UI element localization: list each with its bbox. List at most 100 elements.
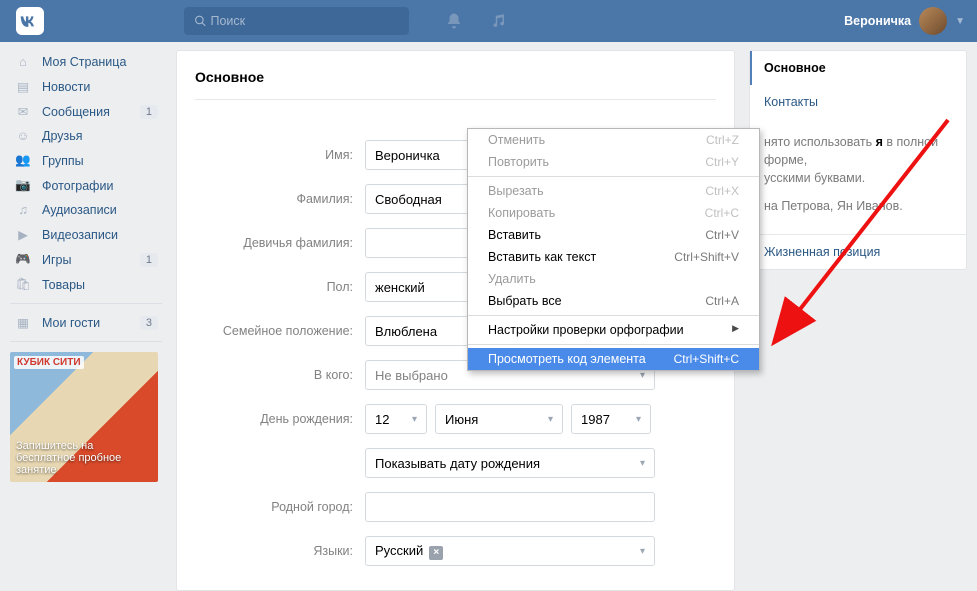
tab-contacts[interactable]: Контакты: [750, 85, 966, 119]
games-icon: 🎮: [14, 252, 32, 267]
ctx-spellcheck[interactable]: Настройки проверки орфографии: [468, 319, 759, 341]
ctx-cut[interactable]: ВырезатьCtrl+X: [468, 180, 759, 202]
ctx-copy[interactable]: КопироватьCtrl+C: [468, 202, 759, 224]
sidebar-item-label: Новости: [42, 80, 90, 94]
life-position-link[interactable]: Жизненная позиция: [750, 234, 966, 269]
ctx-select-all[interactable]: Выбрать всеCtrl+A: [468, 290, 759, 312]
context-menu: ОтменитьCtrl+Z ПовторитьCtrl+Y ВырезатьC…: [467, 128, 760, 371]
sidebar-item-label: Сообщения: [42, 105, 110, 119]
select-value: женский: [375, 280, 425, 295]
sidebar: ⌂ Моя Страница ▤Новости ✉ Сообщения 1 ☺ Друз…: [10, 50, 162, 591]
label-marital: Семейное положение:: [195, 324, 365, 338]
sidebar-item-friends[interactable]: ☺ Друзья: [10, 124, 162, 148]
chevron-down-icon: ▾: [548, 414, 553, 425]
separator: [10, 341, 162, 342]
label-name: Имя:: [195, 148, 365, 162]
search-icon: [194, 14, 207, 28]
sidebar-item-market[interactable]: 🛍 Товары: [10, 272, 162, 297]
info-text: нято использовать я в полной форме, усск…: [750, 119, 966, 234]
ctx-inspect[interactable]: Просмотреть код элементаCtrl+Shift+C: [468, 348, 759, 370]
label-sex: Пол:: [195, 280, 365, 294]
panel-title: Основное: [195, 69, 716, 100]
sidebar-item-label: Аудиозаписи: [42, 203, 117, 217]
grid-icon: ▦: [14, 315, 32, 330]
profile-link[interactable]: Вероничка ▼: [844, 7, 965, 35]
chevron-down-icon: ▾: [636, 414, 641, 425]
sidebar-item-games[interactable]: 🎮 Игры 1: [10, 247, 162, 272]
select-value: 1987: [581, 412, 610, 427]
chevron-down-icon: ▼: [955, 16, 965, 27]
topbar: Вероничка ▼: [0, 0, 977, 42]
select-value: Не выбрано: [375, 368, 448, 383]
sidebar-item-label: Игры: [42, 253, 71, 267]
search-box[interactable]: [184, 7, 409, 35]
ad-brand: КУБИК СИТИ: [14, 356, 84, 369]
sidebar-item-photos[interactable]: 📷 Фотографии: [10, 173, 162, 198]
tab-main[interactable]: Основное: [750, 51, 966, 85]
sidebar-item-groups[interactable]: 👥 Группы: [10, 148, 162, 173]
sidebar-item-label: Друзья: [42, 129, 83, 143]
music-icon[interactable]: [489, 12, 507, 30]
sidebar-item-label: Группы: [42, 154, 84, 168]
sidebar-item-label: Видеозаписи: [42, 228, 118, 242]
separator: [468, 176, 759, 177]
separator: [10, 303, 162, 304]
search-input[interactable]: [211, 14, 400, 28]
chevron-down-icon: ▾: [640, 458, 645, 469]
label-bday: День рождения:: [195, 412, 365, 426]
ctx-paste-text[interactable]: Вставить как текстCtrl+Shift+V: [468, 246, 759, 268]
ctx-redo[interactable]: ПовторитьCtrl+Y: [468, 151, 759, 173]
label-home: Родной город:: [195, 500, 365, 514]
chevron-down-icon: ▾: [412, 414, 417, 425]
camera-icon: 📷: [14, 178, 32, 193]
ctx-undo[interactable]: ОтменитьCtrl+Z: [468, 129, 759, 151]
bday-month-select[interactable]: Июня ▾: [435, 404, 563, 434]
sidebar-item-messages[interactable]: ✉ Сообщения 1: [10, 99, 162, 124]
home-input[interactable]: [365, 492, 655, 522]
badge: 3: [140, 316, 158, 330]
select-value: Июня: [445, 412, 478, 427]
select-value: Русский: [375, 543, 423, 558]
ctx-paste[interactable]: ВставитьCtrl+V: [468, 224, 759, 246]
groups-icon: 👥: [14, 153, 32, 168]
badge: 1: [140, 253, 158, 267]
ctx-delete[interactable]: Удалить: [468, 268, 759, 290]
sidebar-item-label: Мои гости: [42, 316, 100, 330]
badge: 1: [140, 105, 158, 119]
sidebar-item-audio[interactable]: ♫ Аудиозаписи: [10, 198, 162, 222]
select-value: Влюблена: [375, 324, 437, 339]
audio-icon: ♫: [14, 203, 32, 217]
bag-icon: 🛍: [14, 277, 32, 292]
sidebar-item-label: Фотографии: [42, 179, 113, 193]
chevron-down-icon: ▾: [640, 546, 645, 557]
sidebar-item-video[interactable]: ▶ Видеозаписи: [10, 222, 162, 247]
video-icon: ▶: [14, 227, 32, 242]
separator: [468, 344, 759, 345]
vk-logo[interactable]: [16, 7, 44, 35]
friends-icon: ☺: [14, 129, 32, 143]
sidebar-item-mypage[interactable]: ⌂ Моя Страница: [10, 50, 162, 74]
avatar: [919, 7, 947, 35]
ad-block[interactable]: КУБИК СИТИ Запишитесь на бесплатное проб…: [10, 352, 158, 482]
home-icon: ⌂: [14, 55, 32, 69]
lang-select[interactable]: Русский×▾: [365, 536, 655, 566]
separator: [468, 315, 759, 316]
ad-text: Запишитесь на бесплатное пробное занятие: [16, 440, 152, 476]
label-whom: В кого:: [195, 368, 365, 382]
notifications-icon[interactable]: [445, 12, 463, 30]
bday-show-select[interactable]: Показывать дату рождения▾: [365, 448, 655, 478]
chevron-down-icon: ▾: [640, 370, 645, 381]
sidebar-item-guests[interactable]: ▦ Мои гости 3: [10, 310, 162, 335]
sidebar-item-label: Моя Страница: [42, 55, 126, 69]
right-column: Основное Контакты нято использовать я в …: [749, 50, 967, 591]
label-surname: Фамилия:: [195, 192, 365, 206]
profile-name: Вероничка: [844, 14, 911, 28]
sidebar-item-label: Товары: [42, 278, 85, 292]
bday-year-select[interactable]: 1987 ▾: [571, 404, 651, 434]
settings-tabs: Основное Контакты нято использовать я в …: [749, 50, 967, 270]
label-langs: Языки:: [195, 544, 365, 558]
sidebar-item-news[interactable]: ▤Новости: [10, 74, 162, 99]
label-maiden: Девичья фамилия:: [195, 236, 365, 250]
bday-day-select[interactable]: 12▾: [365, 404, 427, 434]
messages-icon: ✉: [14, 104, 32, 119]
